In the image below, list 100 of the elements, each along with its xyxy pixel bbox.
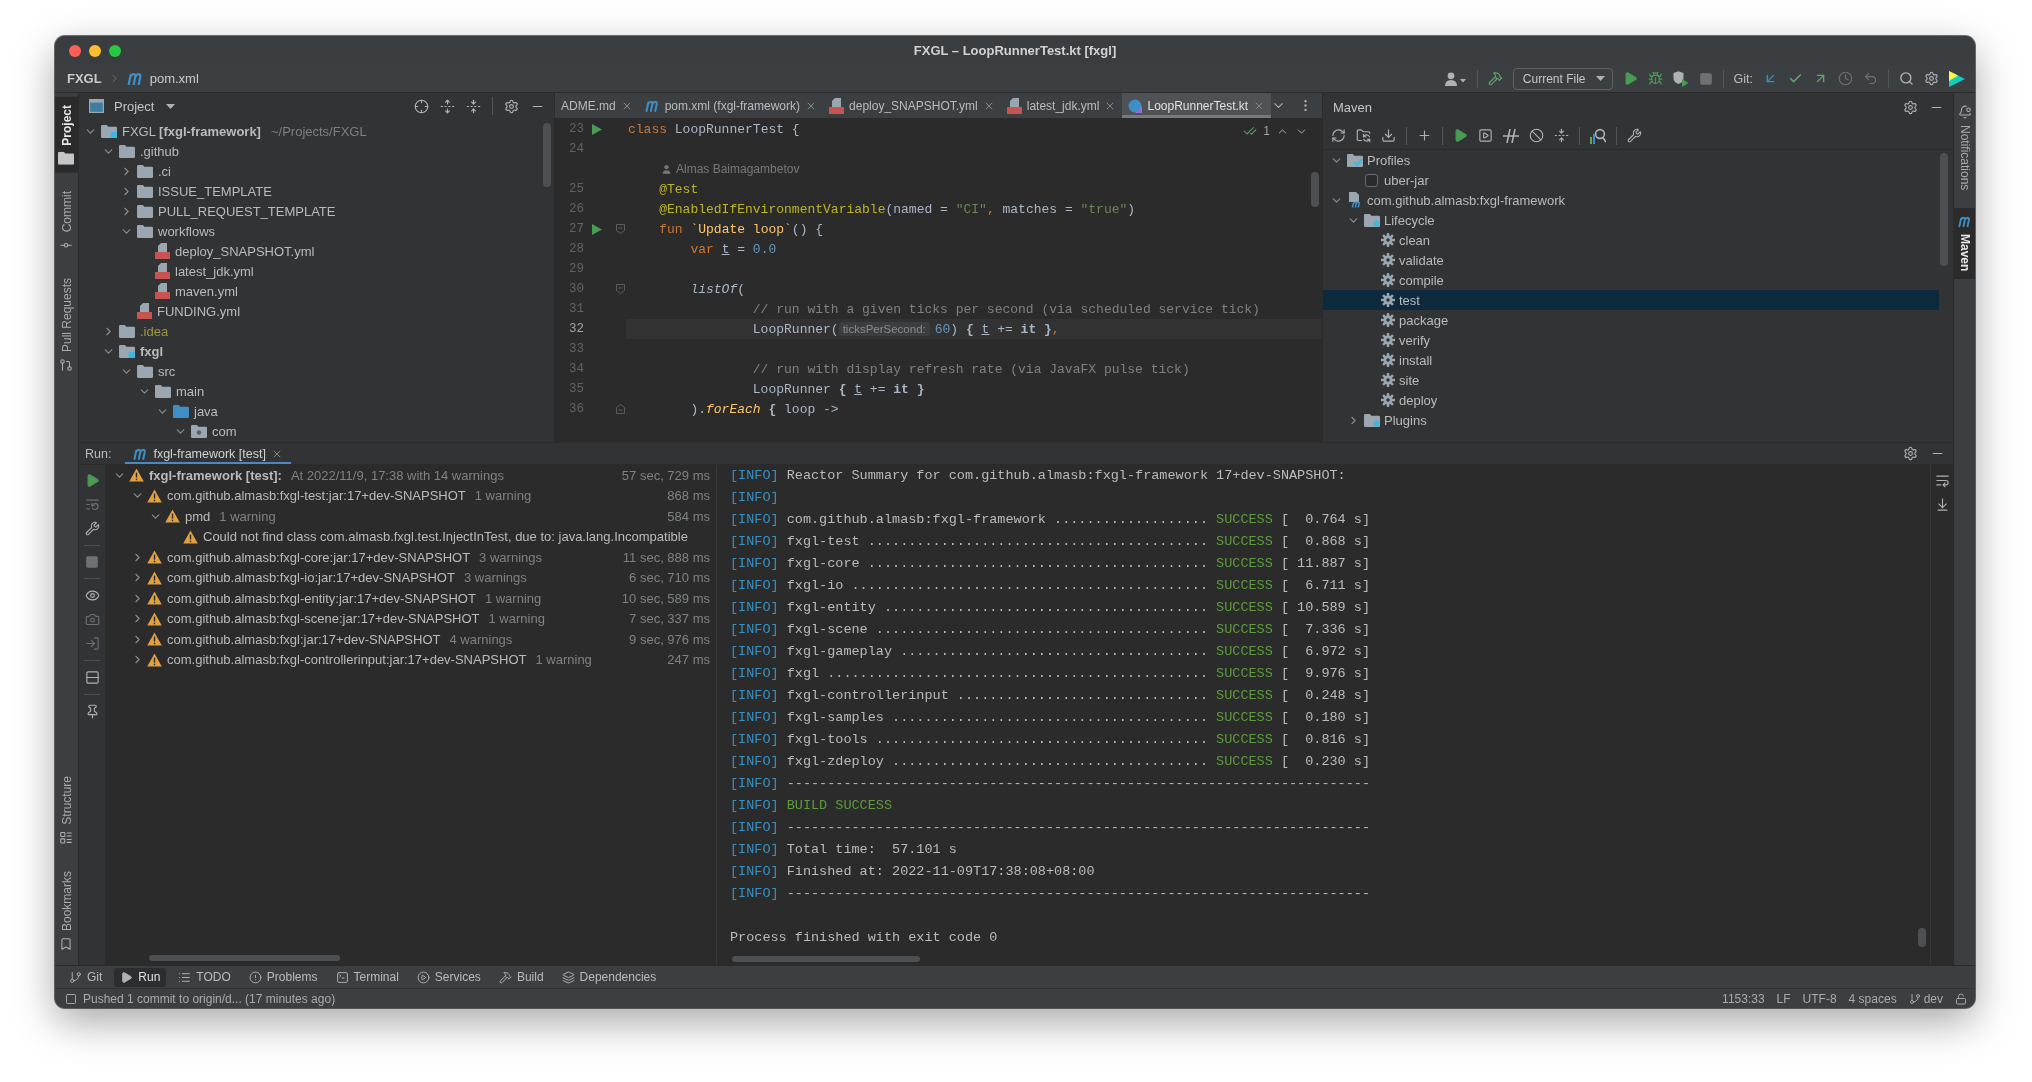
scrollbar-thumb[interactable]	[1940, 153, 1948, 266]
unlock-icon[interactable]	[1955, 992, 1967, 1005]
tree-item-label[interactable]: deploy_SNAPSHOT.yml	[175, 243, 315, 259]
lifecycle-goal[interactable]: site	[1323, 370, 1939, 390]
scrollbar-thumb[interactable]	[1311, 172, 1319, 207]
tool-window-tab[interactable]: Pull Requests	[55, 270, 78, 381]
scrollbar-thumb[interactable]	[543, 123, 551, 187]
tree-item-label[interactable]: FUNDING.yml	[157, 303, 241, 319]
window-play-icon[interactable]	[1478, 128, 1493, 143]
tool-window-tab[interactable]: Git	[63, 967, 109, 987]
stop-icon[interactable]	[1698, 71, 1713, 86]
fold-icon[interactable]	[615, 224, 625, 234]
tree-item-label[interactable]: com	[212, 423, 237, 439]
tool-window-tab[interactable]: Run	[114, 967, 167, 987]
tree-item-label[interactable]: latest_jdk.yml	[175, 263, 254, 279]
close-window-button[interactable]	[69, 44, 81, 57]
tool-window-tab[interactable]: Bookmarks	[55, 862, 78, 959]
fold-icon[interactable]	[615, 284, 625, 294]
expand-all-icon[interactable]	[440, 98, 455, 114]
run-test-icon[interactable]	[592, 223, 602, 235]
run-configuration-dropdown[interactable]: Current File	[1512, 67, 1613, 90]
editor-tab[interactable]: deploy_SNAPSHOT.yml	[823, 93, 1001, 118]
chart-search-icon[interactable]	[1590, 127, 1606, 144]
session-tab[interactable]: fxgl-framework [test]	[125, 443, 291, 464]
scrollbar-thumb[interactable]	[1918, 928, 1926, 947]
editor-tab[interactable]: pom.xml (fxgl-framework)	[638, 93, 824, 118]
clock-icon[interactable]	[1838, 71, 1853, 86]
tree-item-label[interactable]: uber-jar	[1384, 172, 1429, 188]
pin-icon[interactable]	[84, 704, 100, 719]
settings-icon[interactable]	[1924, 71, 1939, 86]
build-node-title[interactable]: com.github.almasb:fxgl-scene:jar:17+dev-SNAPSHOT	[167, 611, 480, 627]
tool-window-tab[interactable]: Project	[55, 97, 78, 173]
tree-item-label[interactable]: workflows	[158, 223, 216, 239]
wrench-icon[interactable]	[1627, 128, 1642, 143]
tree-item-label[interactable]: .idea	[140, 323, 169, 339]
breadcrumb[interactable]: FXGL	[67, 71, 102, 86]
build-node-title[interactable]: com.github.almasb:fxgl-io:jar:17+dev-SNAPSHOT	[167, 570, 455, 586]
project-view-dropdown[interactable]: Project	[114, 98, 176, 114]
editor-tab[interactable]: LoopRunnerTest.kt	[1122, 93, 1272, 118]
lifecycle-goal[interactable]: deploy	[1323, 390, 1939, 410]
lifecycle-goal[interactable]: compile	[1323, 270, 1939, 290]
gradient-logo-icon[interactable]	[1949, 70, 1965, 87]
indent-setting[interactable]: 4 spaces	[1848, 991, 1897, 1006]
tree-item-label[interactable]: com.github.almasb:fxgl-framework	[1367, 192, 1565, 208]
lifecycle-goal[interactable]: test	[1323, 290, 1939, 310]
square-icon[interactable]	[65, 992, 77, 1005]
tool-window-tab[interactable]: Commit	[55, 182, 78, 261]
checkbox[interactable]	[1365, 173, 1378, 187]
tree-item-label[interactable]: fxgl	[140, 343, 164, 359]
tool-window-tab[interactable]: Services	[410, 967, 487, 987]
tool-window-tab[interactable]: Notifications	[1954, 97, 1975, 199]
editor-tab[interactable]: ADME.md	[555, 93, 639, 118]
build-node-title[interactable]: Could not find class com.almasb.fxgl.test.InjectInTest, due to: java.lang.Incompatible	[203, 529, 688, 545]
scrollbar-thumb[interactable]	[732, 956, 920, 962]
settings-icon[interactable]	[504, 98, 519, 114]
reload-icon[interactable]	[1331, 128, 1346, 143]
breadcrumb[interactable]: pom.xml	[149, 71, 199, 86]
build-node-title[interactable]: com.github.almasb:fxgl:jar:17+dev-SNAPSHOT	[167, 631, 441, 647]
cursor-position[interactable]: 1153:33	[1722, 991, 1765, 1006]
play-icon[interactable]	[84, 473, 100, 488]
settings-icon[interactable]	[1903, 100, 1918, 115]
minimize-window-button[interactable]	[89, 44, 101, 57]
build-node-title[interactable]: com.github.almasb:fxgl-test:jar:17+dev-SNAPSHOT	[167, 488, 466, 504]
stop-icon[interactable]	[85, 555, 99, 569]
editor-tab[interactable]: latest_jdk.yml	[1000, 93, 1123, 118]
lifecycle-goal[interactable]: verify	[1323, 330, 1939, 350]
layout-icon[interactable]	[84, 670, 100, 685]
tree-item-label[interactable]: .ci	[158, 163, 171, 179]
tree-item-label[interactable]: Profiles	[1367, 152, 1411, 168]
camera-icon[interactable]	[84, 612, 100, 627]
bug-icon[interactable]	[1647, 71, 1663, 86]
tool-window-tab[interactable]: Maven	[1954, 208, 1975, 279]
zoom-window-button[interactable]	[109, 44, 121, 57]
lifecycle-goal[interactable]: validate	[1323, 250, 1939, 270]
shield-play-icon[interactable]	[1672, 70, 1689, 87]
tree-item-label[interactable]: Plugins	[1384, 412, 1427, 428]
run-test-icon[interactable]	[592, 123, 602, 135]
search-icon[interactable]	[1899, 71, 1914, 86]
settings-icon[interactable]	[1903, 446, 1918, 461]
plus-icon[interactable]	[1417, 128, 1432, 143]
build-node-title[interactable]: com.github.almasb:fxgl-core:jar:17+dev-SNAPSHOT	[167, 549, 471, 565]
tree-item-label[interactable]: maven.yml	[175, 283, 238, 299]
build-node-title[interactable]: com.github.almasb:fxgl-controllerinput:jar:17+dev-SNAPSHOT	[167, 652, 527, 668]
branch-widget[interactable]: dev	[1908, 991, 1943, 1006]
login-arrow-icon[interactable]	[84, 636, 100, 651]
build-node-title[interactable]: fxgl-framework [test]:	[149, 467, 282, 483]
collapse-all-icon[interactable]	[1554, 128, 1569, 143]
tool-window-tab[interactable]: TODO	[172, 967, 237, 987]
double-slash-icon[interactable]	[1503, 128, 1519, 143]
eye-icon[interactable]	[84, 588, 100, 603]
soft-wrap-icon[interactable]	[1934, 473, 1950, 488]
scrollbar-thumb[interactable]	[149, 955, 340, 961]
collapse-all-icon[interactable]	[466, 98, 481, 114]
tree-item-label[interactable]: PULL_REQUEST_TEMPLATE	[158, 203, 336, 219]
line-separator[interactable]: LF	[1776, 991, 1791, 1006]
wrench-icon[interactable]	[84, 521, 100, 536]
tool-window-tab[interactable]: Structure	[55, 768, 78, 853]
tree-item-label[interactable]: src	[158, 363, 176, 379]
tree-item-label[interactable]: .github	[140, 143, 180, 159]
undo-icon[interactable]	[1863, 71, 1878, 86]
